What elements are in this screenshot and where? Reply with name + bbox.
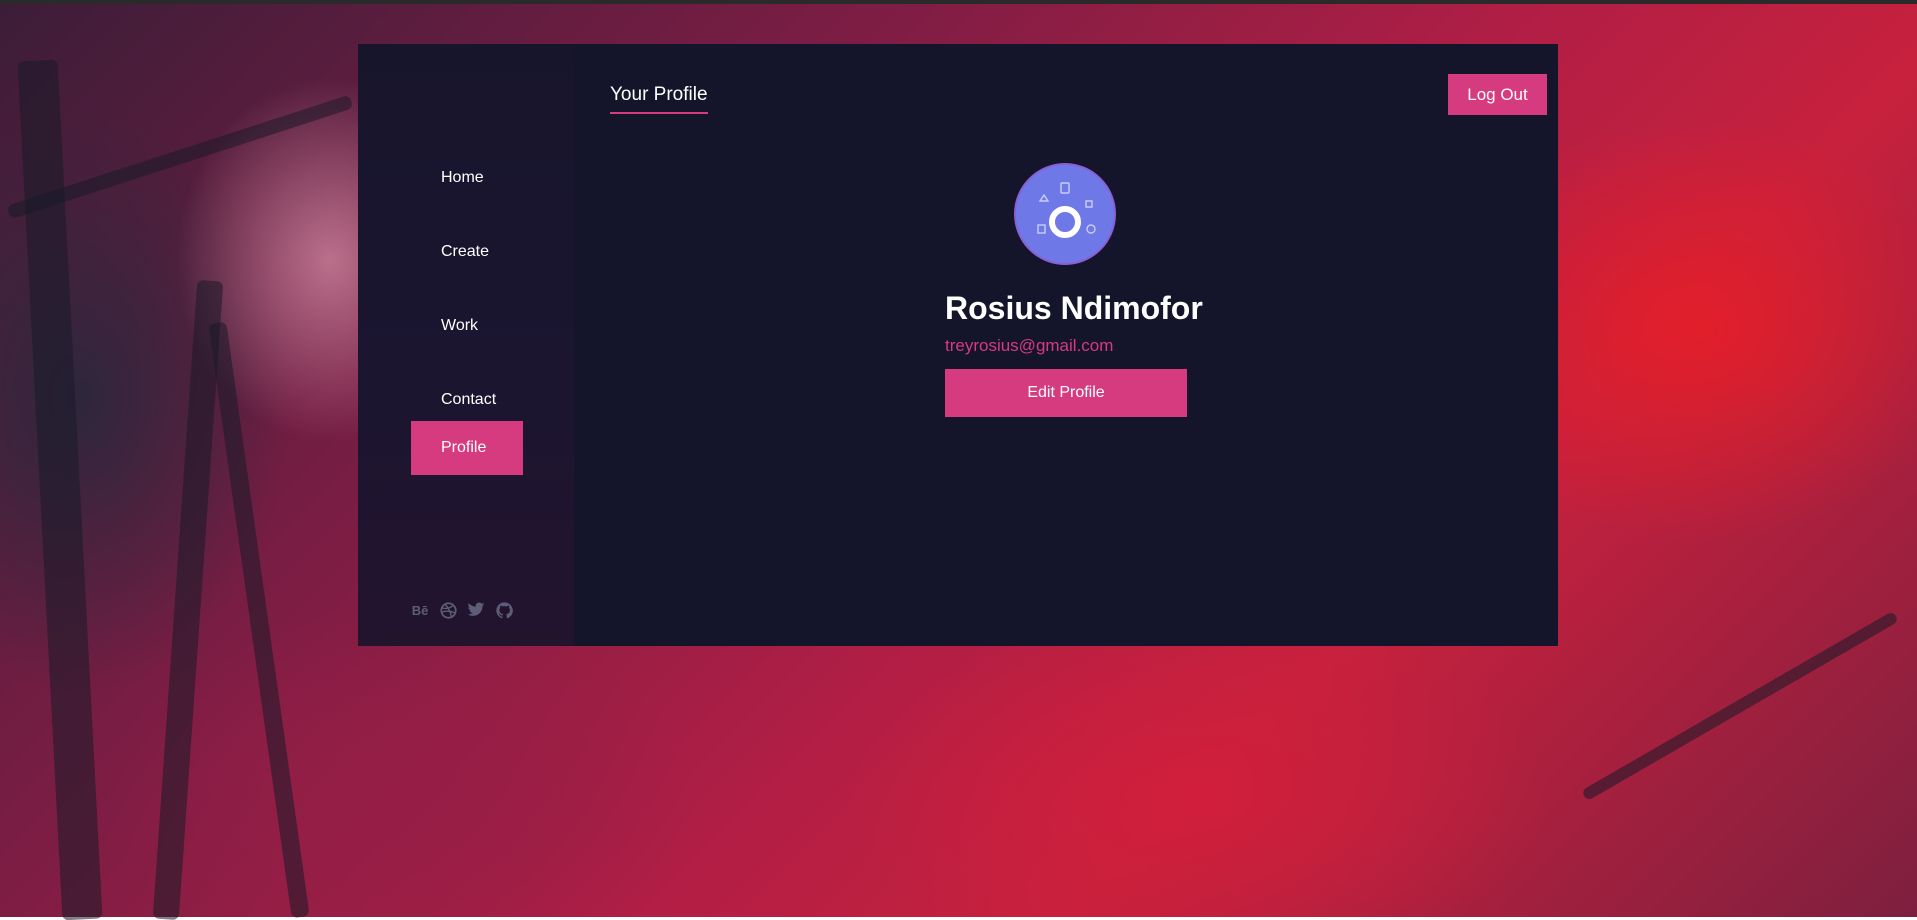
profile-email: treyrosius@gmail.com: [945, 336, 1114, 355]
logout-button[interactable]: Log Out: [1448, 74, 1547, 115]
behance-icon[interactable]: Bē: [411, 601, 429, 619]
sidebar-item-profile[interactable]: Profile: [411, 421, 523, 475]
sidebar-item-work[interactable]: Work: [411, 299, 523, 353]
window-top-edge: [0, 0, 1917, 4]
avatar-icon: [1016, 165, 1114, 263]
sidebar-item-contact[interactable]: Contact: [411, 373, 523, 427]
app-card: Home Create Work Contact Profile Bē Your…: [358, 44, 1558, 646]
sidebar-item-label: Create: [441, 243, 490, 260]
twitter-icon[interactable]: [467, 601, 485, 619]
page-title: Your Profile: [610, 84, 708, 114]
social-links: Bē: [411, 601, 513, 619]
profile-name: Rosius Ndimofor: [945, 290, 1203, 326]
avatar: [1016, 165, 1114, 263]
sidebar: Home Create Work Contact Profile Bē: [358, 44, 574, 646]
sidebar-item-home[interactable]: Home: [411, 151, 523, 205]
sidebar-item-label: Home: [441, 169, 484, 186]
edit-profile-button[interactable]: Edit Profile: [945, 369, 1187, 417]
main-content: Your Profile Log Out Rosius Ndimofor tre…: [574, 44, 1558, 646]
sidebar-item-label: Work: [441, 317, 479, 334]
github-icon[interactable]: [495, 601, 513, 619]
sidebar-item-label: Contact: [441, 391, 497, 408]
sidebar-item-create[interactable]: Create: [411, 225, 523, 279]
dribbble-icon[interactable]: [439, 601, 457, 619]
sidebar-item-label: Profile: [441, 439, 487, 456]
